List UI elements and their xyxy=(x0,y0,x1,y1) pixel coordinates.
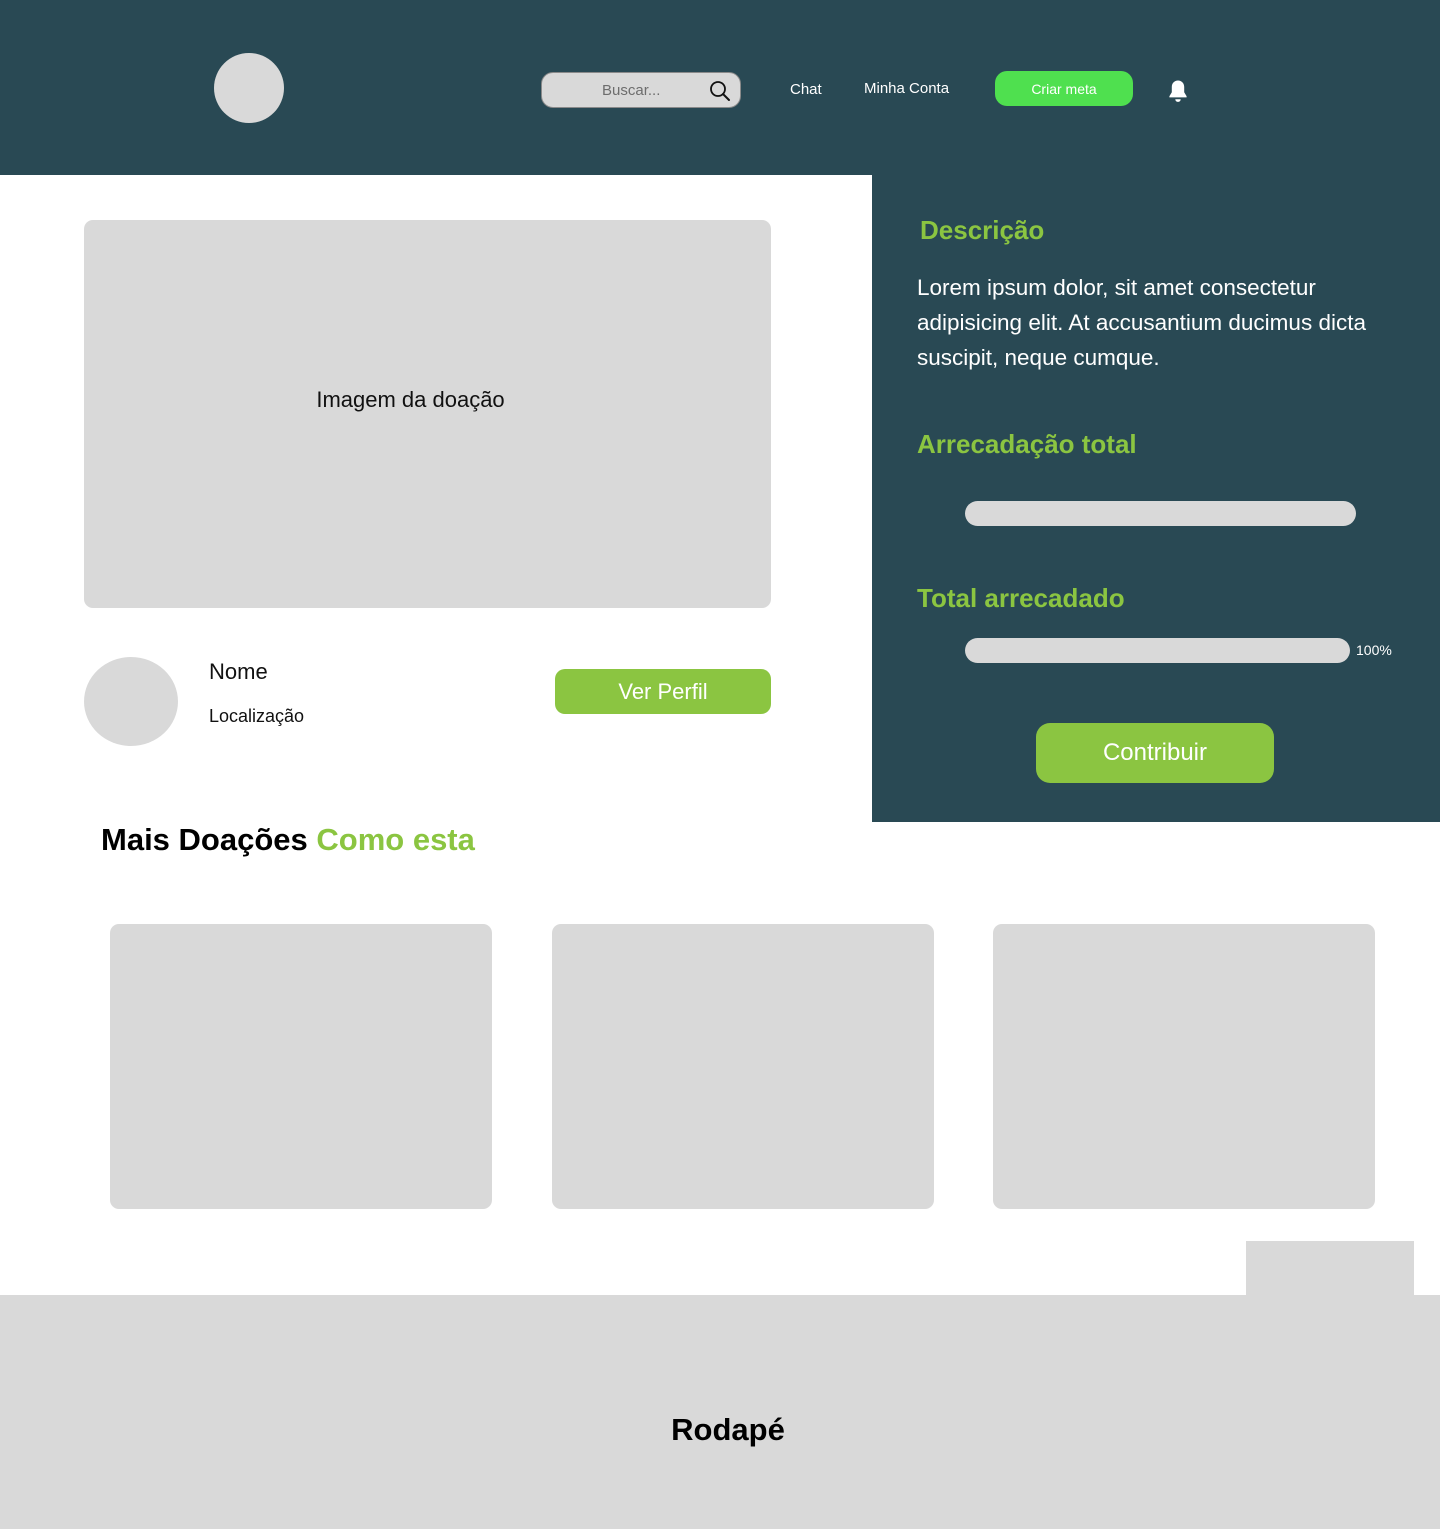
logo[interactable] xyxy=(214,53,284,123)
search-bar[interactable] xyxy=(541,72,741,108)
raised-progress-bar xyxy=(965,638,1350,663)
description-text: Lorem ipsum dolor, sit amet consectetur … xyxy=(917,275,1366,370)
donation-image: Imagem da doação xyxy=(84,220,771,608)
footer: Rodapé xyxy=(0,1295,1440,1529)
total-collection-heading: Arrecadação total xyxy=(917,429,1137,459)
owner-location: Localização xyxy=(209,706,305,726)
collection-progress-fill xyxy=(965,501,1356,526)
view-profile-button[interactable]: Ver Perfil xyxy=(555,669,771,714)
owner-avatar[interactable] xyxy=(84,657,178,746)
collection-progress-bar xyxy=(965,501,1356,526)
create-goal-button[interactable]: Criar meta xyxy=(995,71,1133,106)
raised-percent: 100% xyxy=(1356,642,1392,658)
contribute-button[interactable]: Contribuir xyxy=(1036,723,1274,783)
more-donations-title-accent: Como esta xyxy=(316,822,475,857)
owner-name: Nome xyxy=(209,659,268,684)
bell-icon[interactable] xyxy=(1166,78,1190,104)
total-raised-heading: Total arrecadado xyxy=(917,583,1125,613)
donation-image-label: Imagem da doação xyxy=(316,387,505,412)
search-input[interactable] xyxy=(602,73,707,107)
donation-card[interactable] xyxy=(110,924,492,1209)
raised-progress-fill xyxy=(965,638,1350,663)
more-donations-title: Mais Doações Como esta xyxy=(101,822,475,858)
nav-chat-link[interactable]: Chat xyxy=(790,81,822,98)
placeholder-box xyxy=(1246,1241,1414,1301)
more-donations-title-main: Mais Doações xyxy=(101,822,308,857)
donation-card[interactable] xyxy=(552,924,934,1209)
description-heading: Descrição xyxy=(920,215,1045,245)
footer-title: Rodapé xyxy=(671,1412,785,1447)
donation-card[interactable] xyxy=(993,924,1375,1209)
search-icon[interactable] xyxy=(708,79,732,103)
nav-my-account-link[interactable]: Minha Conta xyxy=(864,80,949,97)
